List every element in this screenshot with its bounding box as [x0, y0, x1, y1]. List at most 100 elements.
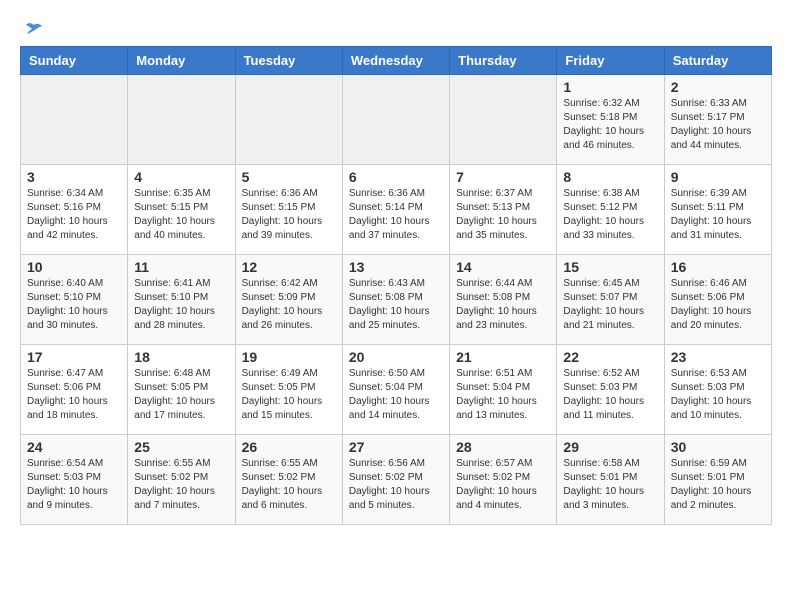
calendar-header-thursday: Thursday	[450, 47, 557, 75]
day-number: 21	[456, 349, 550, 365]
calendar-cell: 26Sunrise: 6:55 AM Sunset: 5:02 PM Dayli…	[235, 435, 342, 525]
day-info: Sunrise: 6:56 AM Sunset: 5:02 PM Dayligh…	[349, 457, 443, 513]
calendar-cell: 27 Sunrise: 6:56 AM Sunset: 5:02 PM Dayli…	[342, 435, 449, 525]
calendar-cell: 20 Sunrise: 6:50 AM Sunset: 5:04 PM Dayli…	[342, 345, 449, 435]
day-info: Sunrise: 6:34 AM Sunset: 5:16 PM Dayligh…	[27, 187, 121, 243]
calendar-cell	[235, 75, 342, 165]
calendar-header-saturday: Saturday	[664, 47, 771, 75]
calendar-table: SundayMondayTuesdayWednesdayThursdayFrid…	[20, 46, 772, 525]
calendar-cell: 30 Sunrise: 6:59 AM Sunset: 5:01 PM Dayli…	[664, 435, 771, 525]
calendar-cell: 11Sunrise: 6:41 AM Sunset: 5:10 PM Dayli…	[128, 255, 235, 345]
calendar-cell: 18 Sunrise: 6:48 AM Sunset: 5:05 PM Dayli…	[128, 345, 235, 435]
day-number: 2	[671, 79, 765, 95]
calendar-week-2: 3 Sunrise: 6:34 AM Sunset: 5:16 PM Daylig…	[21, 165, 772, 255]
calendar-cell: 4 Sunrise: 6:35 AM Sunset: 5:15 PM Daylig…	[128, 165, 235, 255]
calendar-cell	[342, 75, 449, 165]
day-number: 25	[134, 439, 228, 455]
day-number: 28	[456, 439, 550, 455]
day-number: 11	[134, 259, 228, 275]
day-number: 12	[242, 259, 336, 275]
calendar-cell: 29 Sunrise: 6:58 AM Sunset: 5:01 PM Dayli…	[557, 435, 664, 525]
day-number: 22	[563, 349, 657, 365]
day-number: 7	[456, 169, 550, 185]
day-info: Sunrise: 6:45 AM Sunset: 5:07 PM Dayligh…	[563, 277, 657, 333]
calendar-header-wednesday: Wednesday	[342, 47, 449, 75]
calendar-header-monday: Monday	[128, 47, 235, 75]
day-info: Sunrise: 6:46 AM Sunset: 5:06 PM Dayligh…	[671, 277, 765, 333]
calendar-cell: 2Sunrise: 6:33 AM Sunset: 5:17 PM Daylig…	[664, 75, 771, 165]
calendar-cell: 6 Sunrise: 6:36 AM Sunset: 5:14 PM Daylig…	[342, 165, 449, 255]
day-number: 18	[134, 349, 228, 365]
day-info: Sunrise: 6:51 AM Sunset: 5:04 PM Dayligh…	[456, 367, 550, 423]
day-number: 24	[27, 439, 121, 455]
day-number: 10	[27, 259, 121, 275]
logo-bird-icon	[22, 20, 46, 44]
day-info: Sunrise: 6:44 AM Sunset: 5:08 PM Dayligh…	[456, 277, 550, 333]
calendar-cell: 23 Sunrise: 6:53 AM Sunset: 5:03 PM Dayli…	[664, 345, 771, 435]
calendar-cell: 19 Sunrise: 6:49 AM Sunset: 5:05 PM Dayli…	[235, 345, 342, 435]
day-number: 16	[671, 259, 765, 275]
day-number: 6	[349, 169, 443, 185]
calendar-cell: 8 Sunrise: 6:38 AM Sunset: 5:12 PM Daylig…	[557, 165, 664, 255]
calendar-body: 1Sunrise: 6:32 AM Sunset: 5:18 PM Daylig…	[21, 75, 772, 525]
calendar-cell: 25Sunrise: 6:55 AM Sunset: 5:02 PM Dayli…	[128, 435, 235, 525]
day-number: 20	[349, 349, 443, 365]
day-number: 26	[242, 439, 336, 455]
day-info: Sunrise: 6:49 AM Sunset: 5:05 PM Dayligh…	[242, 367, 336, 423]
day-number: 3	[27, 169, 121, 185]
day-info: Sunrise: 6:40 AM Sunset: 5:10 PM Dayligh…	[27, 277, 121, 333]
calendar-week-1: 1Sunrise: 6:32 AM Sunset: 5:18 PM Daylig…	[21, 75, 772, 165]
calendar-cell: 16 Sunrise: 6:46 AM Sunset: 5:06 PM Dayli…	[664, 255, 771, 345]
day-info: Sunrise: 6:54 AM Sunset: 5:03 PM Dayligh…	[27, 457, 121, 513]
day-info: Sunrise: 6:36 AM Sunset: 5:15 PM Dayligh…	[242, 187, 336, 243]
day-info: Sunrise: 6:35 AM Sunset: 5:15 PM Dayligh…	[134, 187, 228, 243]
calendar-cell	[128, 75, 235, 165]
calendar-cell: 14Sunrise: 6:44 AM Sunset: 5:08 PM Dayli…	[450, 255, 557, 345]
day-info: Sunrise: 6:52 AM Sunset: 5:03 PM Dayligh…	[563, 367, 657, 423]
day-info: Sunrise: 6:48 AM Sunset: 5:05 PM Dayligh…	[134, 367, 228, 423]
calendar-week-3: 10 Sunrise: 6:40 AM Sunset: 5:10 PM Dayli…	[21, 255, 772, 345]
day-info: Sunrise: 6:39 AM Sunset: 5:11 PM Dayligh…	[671, 187, 765, 243]
day-info: Sunrise: 6:53 AM Sunset: 5:03 PM Dayligh…	[671, 367, 765, 423]
calendar-cell: 28 Sunrise: 6:57 AM Sunset: 5:02 PM Dayli…	[450, 435, 557, 525]
day-number: 15	[563, 259, 657, 275]
day-number: 29	[563, 439, 657, 455]
calendar-cell: 5Sunrise: 6:36 AM Sunset: 5:15 PM Daylig…	[235, 165, 342, 255]
day-number: 19	[242, 349, 336, 365]
day-info: Sunrise: 6:58 AM Sunset: 5:01 PM Dayligh…	[563, 457, 657, 513]
page-header	[20, 20, 772, 36]
calendar-cell: 15 Sunrise: 6:45 AM Sunset: 5:07 PM Dayli…	[557, 255, 664, 345]
calendar-cell: 17 Sunrise: 6:47 AM Sunset: 5:06 PM Dayli…	[21, 345, 128, 435]
calendar-cell: 21 Sunrise: 6:51 AM Sunset: 5:04 PM Dayli…	[450, 345, 557, 435]
day-info: Sunrise: 6:32 AM Sunset: 5:18 PM Dayligh…	[563, 97, 657, 153]
calendar-cell: 9Sunrise: 6:39 AM Sunset: 5:11 PM Daylig…	[664, 165, 771, 255]
day-number: 13	[349, 259, 443, 275]
calendar-header-tuesday: Tuesday	[235, 47, 342, 75]
calendar-week-4: 17 Sunrise: 6:47 AM Sunset: 5:06 PM Dayli…	[21, 345, 772, 435]
day-number: 27	[349, 439, 443, 455]
calendar-header-row: SundayMondayTuesdayWednesdayThursdayFrid…	[21, 47, 772, 75]
calendar-header-friday: Friday	[557, 47, 664, 75]
calendar-cell: 7Sunrise: 6:37 AM Sunset: 5:13 PM Daylig…	[450, 165, 557, 255]
calendar-cell	[450, 75, 557, 165]
day-info: Sunrise: 6:50 AM Sunset: 5:04 PM Dayligh…	[349, 367, 443, 423]
day-info: Sunrise: 6:59 AM Sunset: 5:01 PM Dayligh…	[671, 457, 765, 513]
day-info: Sunrise: 6:38 AM Sunset: 5:12 PM Dayligh…	[563, 187, 657, 243]
logo	[20, 20, 46, 36]
calendar-header-sunday: Sunday	[21, 47, 128, 75]
day-number: 23	[671, 349, 765, 365]
day-number: 17	[27, 349, 121, 365]
day-info: Sunrise: 6:36 AM Sunset: 5:14 PM Dayligh…	[349, 187, 443, 243]
day-info: Sunrise: 6:43 AM Sunset: 5:08 PM Dayligh…	[349, 277, 443, 333]
day-info: Sunrise: 6:57 AM Sunset: 5:02 PM Dayligh…	[456, 457, 550, 513]
calendar-week-5: 24 Sunrise: 6:54 AM Sunset: 5:03 PM Dayli…	[21, 435, 772, 525]
day-info: Sunrise: 6:47 AM Sunset: 5:06 PM Dayligh…	[27, 367, 121, 423]
day-number: 8	[563, 169, 657, 185]
day-number: 30	[671, 439, 765, 455]
calendar-cell: 1Sunrise: 6:32 AM Sunset: 5:18 PM Daylig…	[557, 75, 664, 165]
calendar-cell: 10 Sunrise: 6:40 AM Sunset: 5:10 PM Dayli…	[21, 255, 128, 345]
day-number: 4	[134, 169, 228, 185]
calendar-cell: 24 Sunrise: 6:54 AM Sunset: 5:03 PM Dayli…	[21, 435, 128, 525]
calendar-cell: 12Sunrise: 6:42 AM Sunset: 5:09 PM Dayli…	[235, 255, 342, 345]
calendar-cell	[21, 75, 128, 165]
